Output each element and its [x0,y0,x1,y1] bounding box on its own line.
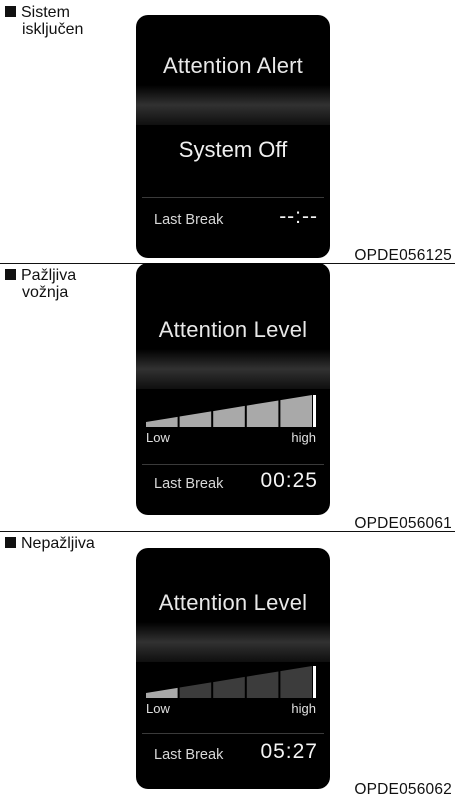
last-break-value: 00:25 [260,469,318,492]
square-bullet-icon [5,269,16,280]
level-segment-filled [179,411,212,427]
display-title: Attention Alert [163,53,303,78]
level-segment-filled [146,416,178,427]
level-high-label: high [291,430,316,445]
caption-line-1: Nepažljiva [21,535,95,552]
level-segment-empty [213,676,245,698]
last-break-value: --:-- [279,205,318,228]
display-title: Attention Level [158,317,308,342]
section-system-off: Sistem isključen Attention Alert System … [0,0,455,264]
last-break-value: 05:27 [260,740,318,763]
level-segment-filled [246,400,279,427]
section-inattentive: Nepažljiva Attention Level Low high Last… [0,531,455,800]
level-end-marker [313,666,316,698]
title-glow [136,622,330,662]
system-status-text: System Off [178,137,288,162]
cluster-display: Attention Alert System Off Last Break --… [136,15,330,258]
level-segment-filled [213,405,245,427]
square-bullet-icon [5,6,16,17]
title-glow [136,85,330,125]
level-high-label: high [291,701,316,716]
figure-code: OPDE056062 [354,781,452,798]
attention-level-bar [146,395,316,427]
attention-level-bar [146,666,316,698]
section-caption: Sistem isključen [5,4,83,38]
section-caption: Nepažljiva [5,535,95,552]
last-break-label: Last Break [154,747,224,763]
level-segment-empty [179,682,212,698]
manual-page: Sistem isključen Attention Alert System … [0,0,455,800]
display-title: Attention Level [158,590,308,615]
title-glow [136,349,330,389]
level-low-label: Low [146,430,170,445]
level-segment-filled [146,687,178,698]
caption-line-2: vožnja [22,284,69,301]
level-end-marker [313,395,316,427]
caption-line-1: Sistem [21,4,70,21]
caption-line-2: isključen [22,21,84,38]
last-break-label: Last Break [154,212,224,228]
level-segment-filled [280,395,312,427]
square-bullet-icon [5,537,16,548]
level-segment-empty [246,671,279,698]
last-break-label: Last Break [154,476,224,492]
display-separator [142,733,324,734]
display-separator [142,197,324,198]
display-separator [142,464,324,465]
cluster-display: Attention Level Low high Last Break 00:2… [136,263,330,515]
cluster-display: Attention Level Low high Last Break 05:2… [136,548,330,789]
level-low-label: Low [146,701,170,716]
section-attentive: Pažljiva vožnja Attention Level Low high… [0,263,455,532]
section-caption: Pažljiva vožnja [5,267,76,301]
level-segment-empty [280,666,312,698]
caption-line-1: Pažljiva [21,267,77,284]
